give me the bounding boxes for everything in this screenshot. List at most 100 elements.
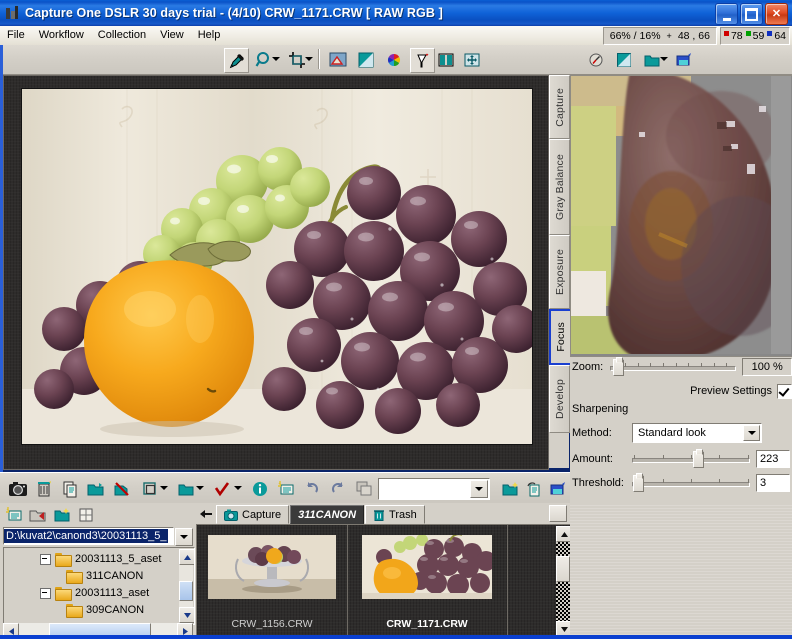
new-folder-icon[interactable]: [51, 505, 73, 526]
batch-icon[interactable]: [138, 477, 162, 501]
tree-node[interactable]: 20031113_aset: [40, 585, 149, 601]
tree-node[interactable]: 20031113_5_aset: [40, 551, 161, 567]
eyedropper-tool[interactable]: [224, 48, 249, 73]
focus-zoom-view[interactable]: [570, 75, 792, 357]
develop-icon[interactable]: [546, 477, 570, 501]
thumbnail-grid[interactable]: CRW_1156.CRW CRW_1171.CRW: [196, 524, 572, 639]
folder-green-icon[interactable]: [174, 477, 198, 501]
browser-options-dropdown[interactable]: [549, 505, 567, 522]
scroll-up-button[interactable]: [179, 549, 194, 565]
focus-tool[interactable]: [410, 48, 435, 73]
menu-item-file[interactable]: File: [0, 27, 32, 44]
threshold-value[interactable]: 3: [756, 474, 790, 492]
collapse-icon[interactable]: [40, 553, 51, 565]
rotate-left-icon[interactable]: [300, 477, 324, 501]
threshold-label: Threshold:: [572, 477, 624, 489]
crosshair-icon: +: [666, 30, 672, 41]
exposure-warning-tool[interactable]: [326, 48, 349, 71]
tree-node[interactable]: 309CANON: [66, 602, 144, 618]
application-window: Capture One DSLR 30 days trial - (4/10) …: [0, 0, 792, 639]
batch-dropdown-icon[interactable]: [160, 486, 167, 491]
threshold-slider[interactable]: [632, 473, 750, 492]
zoom-ratio-text: 66% / 16%: [609, 29, 661, 42]
sidebar-item-develop[interactable]: Develop: [549, 365, 570, 433]
back-arrow-icon[interactable]: [198, 506, 214, 522]
new-session-icon[interactable]: [3, 505, 25, 526]
tree-node-label: 20031113_5_aset: [75, 553, 162, 565]
zoom-dropdown-arrow[interactable]: [272, 57, 279, 62]
scroll-thumb[interactable]: [179, 581, 193, 601]
chevron-down-icon[interactable]: [175, 528, 193, 546]
checkmark-dropdown-icon[interactable]: [234, 486, 241, 491]
collapse-icon[interactable]: [40, 587, 51, 599]
tab-311canon[interactable]: 311CANON: [290, 505, 365, 524]
list-item[interactable]: CRW_1156.CRW: [197, 525, 348, 636]
folder-dropdown-icon[interactable]: [196, 486, 203, 491]
color-wheel-tool[interactable]: [382, 48, 405, 71]
preview-settings-checkbox[interactable]: [777, 383, 792, 399]
capture-camera-icon[interactable]: [6, 477, 30, 501]
develop-icon[interactable]: [672, 48, 695, 71]
amount-slider[interactable]: [632, 449, 750, 468]
duplicate-icon[interactable]: [352, 477, 376, 501]
compare-view-tool[interactable]: [434, 48, 457, 71]
checkmark-icon[interactable]: [210, 477, 234, 501]
folder-tree[interactable]: 20031113_5_aset 311CANON 20031113_aset 3…: [3, 547, 195, 625]
sidebar-item-gray-balance[interactable]: Gray Balance: [549, 139, 570, 235]
menu-item-collection[interactable]: Collection: [91, 27, 153, 44]
tab-label: Trash: [389, 508, 417, 521]
browser-tab-strip: Capture 311CANON Trash: [196, 503, 570, 524]
rotate-right-icon[interactable]: [326, 477, 350, 501]
no-develop-icon[interactable]: [110, 477, 134, 501]
new-session-icon[interactable]: [274, 477, 298, 501]
close-button[interactable]: ✕: [765, 3, 788, 25]
gray-balance-tool[interactable]: [354, 48, 377, 71]
tree-vertical-scrollbar[interactable]: [179, 549, 194, 623]
bottom-toolbar: [0, 472, 570, 505]
thumbnail-image[interactable]: [362, 535, 492, 599]
menu-item-workflow[interactable]: Workflow: [32, 27, 91, 44]
path-input[interactable]: D:\kuvat2\canond3\20031113_5_: [3, 527, 174, 545]
fit-view-tool[interactable]: [460, 48, 483, 71]
thumbnail-image[interactable]: [208, 535, 336, 599]
menu-item-help[interactable]: Help: [191, 27, 228, 44]
sidebar-item-focus[interactable]: Focus: [549, 309, 572, 365]
sidebar-item-exposure[interactable]: Exposure: [549, 235, 570, 309]
open-folder-icon[interactable]: [84, 477, 108, 501]
chevron-down-icon[interactable]: [470, 480, 488, 498]
image-preview-pane[interactable]: [3, 75, 549, 470]
new-folder-icon[interactable]: [498, 477, 522, 501]
properties-icon[interactable]: [75, 505, 97, 526]
sidebar-item-capture[interactable]: Capture: [549, 75, 570, 139]
gray-balance-icon[interactable]: [612, 48, 635, 71]
crop-dropdown-arrow[interactable]: [305, 57, 312, 62]
scroll-thumb[interactable]: [556, 556, 570, 582]
side-tab-label: Focus: [554, 322, 567, 352]
tab-capture[interactable]: Capture: [216, 505, 290, 524]
list-item[interactable]: [507, 525, 555, 636]
preview-image[interactable]: [21, 88, 533, 445]
open-session-icon[interactable]: [27, 505, 49, 526]
tree-node[interactable]: 311CANON: [66, 568, 143, 584]
exposure-meter-icon[interactable]: [584, 48, 607, 71]
menu-item-view[interactable]: View: [153, 27, 191, 44]
info-icon[interactable]: [248, 477, 272, 501]
minimize-button[interactable]: [715, 3, 738, 25]
zoom-slider[interactable]: [609, 357, 737, 376]
tab-label: 311CANON: [298, 508, 357, 521]
copy-icon[interactable]: [58, 477, 82, 501]
folder-dropdown-icon[interactable]: [660, 57, 667, 62]
rename-icon[interactable]: [522, 477, 546, 501]
method-select[interactable]: Standard look: [632, 423, 762, 443]
scroll-down-button[interactable]: [179, 607, 194, 623]
delete-icon[interactable]: [32, 477, 56, 501]
amount-value[interactable]: 223: [756, 450, 790, 468]
list-item[interactable]: CRW_1171.CRW: [347, 525, 508, 636]
chevron-down-icon[interactable]: [743, 425, 760, 441]
tab-trash[interactable]: Trash: [365, 505, 425, 524]
thumbnail-vertical-scrollbar[interactable]: [556, 526, 571, 637]
maximize-button[interactable]: [740, 3, 763, 25]
collection-combo[interactable]: [378, 478, 490, 500]
side-tab-label: Gray Balance: [553, 153, 566, 220]
side-tab-strip: Capture Gray Balance Exposure Focus Deve…: [549, 75, 572, 468]
